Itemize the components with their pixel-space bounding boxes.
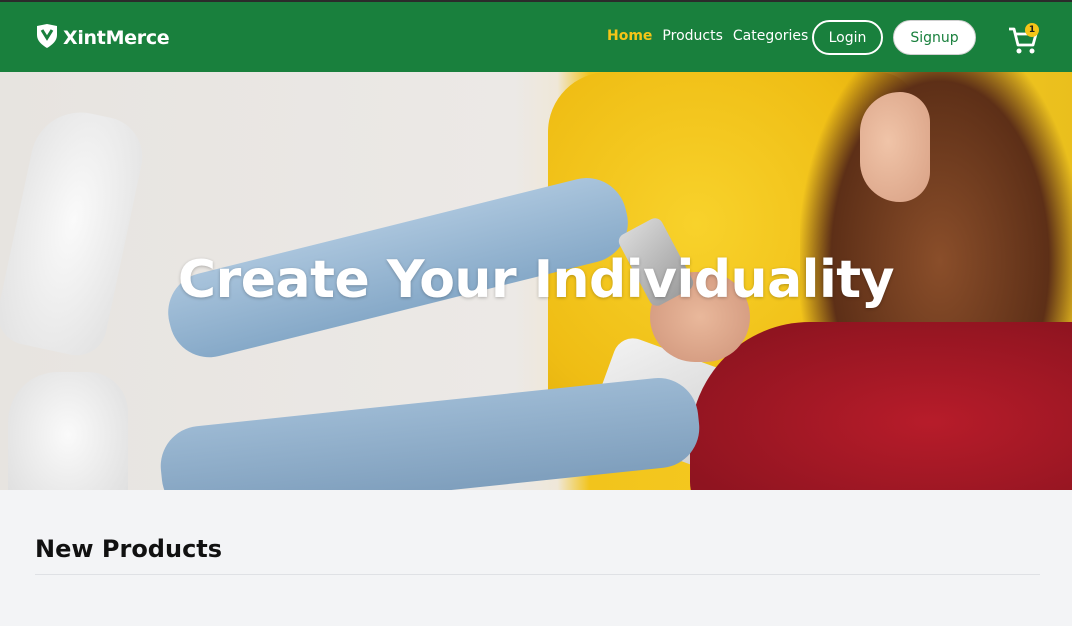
hero-image-sweater [690, 322, 1072, 490]
main-nav: Home Products Categories [607, 28, 808, 44]
section-divider [35, 574, 1040, 575]
hero-banner: Create Your Individuality [0, 72, 1072, 490]
shield-logo-icon [36, 24, 58, 52]
cart-count-badge: 1 [1025, 23, 1039, 37]
hero-image-face [860, 92, 930, 202]
hero-title: Create Your Individuality [177, 250, 895, 310]
hero-image-sneaker-upper [0, 103, 150, 361]
navbar: XintMerce Home Products Categories Login… [0, 2, 1072, 72]
brand-name: XintMerce [63, 27, 170, 49]
hero-image-sneaker-lower [8, 372, 128, 490]
nav-link-home[interactable]: Home [607, 28, 652, 44]
new-products-section: New Products [0, 490, 1072, 626]
nav-link-categories[interactable]: Categories [733, 28, 808, 44]
signup-button[interactable]: Signup [893, 20, 976, 55]
login-button[interactable]: Login [812, 20, 883, 55]
hero-image-leg-lower [156, 374, 704, 490]
nav-link-products[interactable]: Products [662, 28, 722, 44]
section-title: New Products [35, 535, 223, 563]
brand[interactable]: XintMerce [36, 24, 170, 52]
cart-button[interactable]: 1 [1008, 22, 1040, 56]
